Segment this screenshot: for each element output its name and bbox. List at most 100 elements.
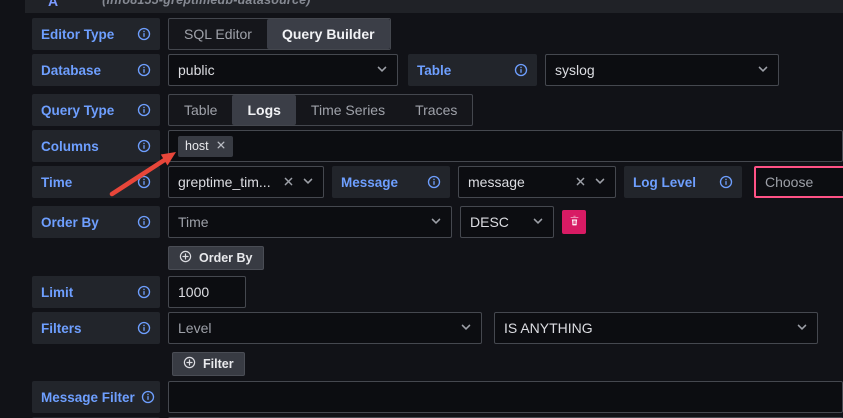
editor-type-radio-group: SQL Editor Query Builder: [168, 18, 391, 50]
columns-label: Columns: [32, 130, 160, 162]
add-filter-button-label: Filter: [203, 357, 234, 371]
query-row-header[interactable]: A (info8155-greptimedb-datasource): [25, 0, 843, 13]
info-icon[interactable]: [137, 139, 151, 153]
chevron-down-icon: [430, 214, 442, 230]
query-ref-label: A: [48, 0, 58, 9]
info-icon[interactable]: [137, 103, 151, 117]
log-level-label-text: Log Level: [633, 175, 696, 190]
radio-table[interactable]: Table: [169, 95, 232, 125]
query-type-label: Query Type: [32, 94, 160, 126]
columns-multiselect[interactable]: host: [168, 130, 843, 162]
chevron-down-icon: [302, 174, 314, 190]
time-label: Time: [32, 166, 160, 198]
column-tag-label: host: [185, 139, 209, 153]
chevron-down-icon: [460, 320, 472, 336]
database-label: Database: [32, 54, 160, 86]
radio-time-series[interactable]: Time Series: [296, 95, 400, 125]
add-filter-button[interactable]: Filter: [172, 352, 245, 376]
chevron-down-icon: [532, 214, 544, 230]
limit-label-text: Limit: [41, 285, 73, 300]
add-order-by-button[interactable]: Order By: [168, 246, 264, 270]
order-by-row: Order By Time DESC: [32, 206, 843, 238]
query-builder-form: Editor Type SQL Editor Query Builder Dat…: [0, 18, 843, 418]
filter-operator-select[interactable]: IS ANYTHING: [494, 312, 818, 344]
radio-logs[interactable]: Logs: [232, 95, 295, 125]
close-icon[interactable]: [283, 174, 294, 190]
message-column-value: message: [468, 174, 567, 190]
message-column-select[interactable]: message: [458, 166, 616, 198]
filter-operator-value: IS ANYTHING: [504, 320, 788, 336]
info-icon[interactable]: [719, 175, 733, 189]
filter-field-select[interactable]: Level: [168, 312, 482, 344]
query-row-header-inner: A (info8155-greptimedb-datasource): [25, 0, 843, 9]
close-icon[interactable]: [216, 139, 226, 153]
time-column-select[interactable]: greptime_tim...: [168, 166, 324, 198]
order-by-field-select[interactable]: Time: [168, 206, 452, 238]
info-icon[interactable]: [137, 27, 151, 41]
info-icon[interactable]: [137, 285, 151, 299]
message-filter-label-text: Message Filter: [41, 390, 135, 405]
column-tag-host: host: [178, 136, 233, 157]
columns-row: Columns host: [32, 130, 843, 162]
plus-circle-icon: [183, 356, 196, 372]
chevron-down-icon: [376, 62, 388, 78]
info-icon[interactable]: [427, 175, 441, 189]
chevron-down-icon: [796, 320, 808, 336]
editor-type-label: Editor Type: [32, 18, 160, 50]
time-label-text: Time: [41, 175, 72, 190]
chevron-down-icon: [594, 174, 606, 190]
query-type-radio-group: Table Logs Time Series Traces: [168, 94, 473, 126]
log-level-placeholder: Choose: [765, 174, 843, 190]
add-order-by-row: Order By: [32, 246, 843, 270]
info-icon[interactable]: [141, 390, 155, 404]
message-label-text: Message: [341, 175, 398, 190]
plus-circle-icon: [179, 250, 192, 266]
database-label-text: Database: [41, 63, 101, 78]
editor-type-label-text: Editor Type: [41, 27, 114, 42]
radio-traces[interactable]: Traces: [400, 95, 472, 125]
limit-input[interactable]: [168, 276, 246, 308]
order-by-direction-value: DESC: [470, 214, 524, 230]
radio-query-builder[interactable]: Query Builder: [267, 19, 390, 49]
columns-label-text: Columns: [41, 139, 99, 154]
query-type-row: Query Type Table Logs Time Series Traces: [32, 94, 843, 126]
editor-type-row: Editor Type SQL Editor Query Builder: [32, 18, 843, 50]
info-icon[interactable]: [137, 215, 151, 229]
filters-row: Filters Level IS ANYTHING: [32, 312, 843, 344]
trash-icon: [568, 214, 581, 230]
message-filter-input[interactable]: [168, 381, 843, 413]
chevron-down-icon: [757, 62, 769, 78]
query-type-label-text: Query Type: [41, 103, 114, 118]
info-icon[interactable]: [137, 175, 151, 189]
message-filter-label: Message Filter: [32, 381, 160, 413]
order-by-direction-select[interactable]: DESC: [460, 206, 554, 238]
filter-field-value: Level: [178, 320, 452, 336]
table-select-value: syslog: [555, 62, 749, 78]
greptimedb-query-editor: A (info8155-greptimedb-datasource) Edito…: [0, 0, 843, 418]
add-filter-row: Filter: [32, 352, 843, 376]
filters-label-text: Filters: [41, 321, 82, 336]
datasource-label: (info8155-greptimedb-datasource): [102, 0, 311, 7]
order-by-label: Order By: [32, 206, 160, 238]
add-order-by-button-label: Order By: [199, 251, 253, 265]
message-label: Message: [332, 166, 450, 198]
info-icon[interactable]: [514, 63, 528, 77]
filters-label: Filters: [32, 312, 160, 344]
info-icon[interactable]: [137, 63, 151, 77]
time-column-value: greptime_tim...: [178, 174, 275, 190]
log-level-select[interactable]: Choose: [754, 166, 843, 198]
order-by-label-text: Order By: [41, 215, 99, 230]
message-filter-row: Message Filter: [32, 381, 843, 413]
close-icon[interactable]: [575, 174, 586, 190]
database-table-row: Database public Table syslog: [32, 54, 843, 86]
radio-sql-editor[interactable]: SQL Editor: [169, 19, 267, 49]
log-level-label: Log Level: [624, 166, 742, 198]
info-icon[interactable]: [137, 321, 151, 335]
database-select[interactable]: public: [168, 54, 398, 86]
table-select[interactable]: syslog: [545, 54, 779, 86]
limit-label: Limit: [32, 276, 160, 308]
remove-order-by-button[interactable]: [562, 210, 586, 234]
database-select-value: public: [178, 62, 368, 78]
table-label: Table: [408, 54, 537, 86]
table-label-text: Table: [417, 63, 451, 78]
